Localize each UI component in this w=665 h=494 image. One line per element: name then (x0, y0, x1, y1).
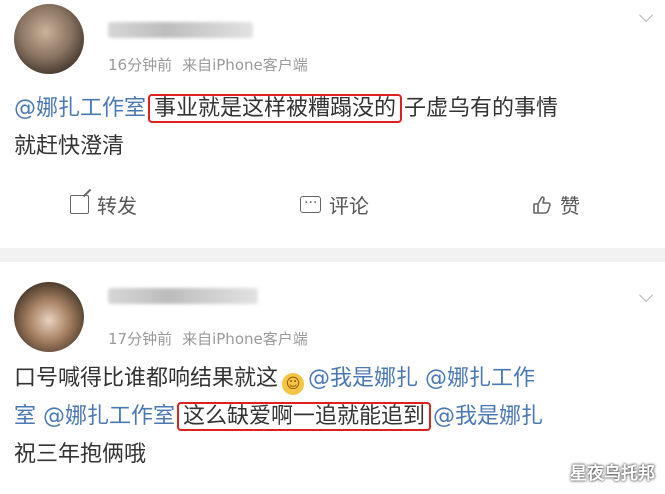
post-meta: 17分钟前 来自iPhone客户端 (108, 328, 308, 349)
post-source: 来自iPhone客户端 (182, 56, 308, 74)
repost-label: 转发 (97, 194, 137, 218)
post-text: 祝三年抱俩哦 (14, 442, 147, 467)
grin-emoji-icon: ☺ (282, 373, 305, 395)
post-source: 来自iPhone客户端 (182, 330, 308, 348)
action-bar: 转发 评论 赞 (0, 190, 665, 234)
post-content: @娜扎工作室 事业就是这样被糟蹋没的 子虚乌有的事情 就赶快澄清 (14, 90, 654, 166)
post-meta: 16分钟前 来自iPhone客户端 (108, 54, 308, 75)
comment-icon (300, 191, 321, 213)
mention-link[interactable]: @我是娜扎 (308, 366, 418, 391)
mention-link[interactable]: @娜扎工作室 (14, 96, 146, 121)
post-content: 口号喊得比谁都响结果就这 ☺ @我是娜扎 @娜扎工作 室 @娜扎工作室 这么缺爱啊一追… (14, 360, 654, 474)
highlighted-text: 这么缺爱啊一追就能追到 (177, 402, 432, 431)
chevron-down-icon[interactable] (638, 287, 654, 303)
like-button[interactable]: 赞 (532, 190, 580, 219)
watermark: 星夜乌托邦 (570, 464, 655, 484)
weibo-post-card: 16分钟前 来自iPhone客户端 @娜扎工作室 事业就是这样被糟蹋没的 子虚乌有的事… (0, 0, 665, 248)
comment-button[interactable]: 评论 (300, 190, 369, 219)
chevron-down-icon[interactable] (638, 7, 654, 23)
like-label: 赞 (560, 194, 580, 218)
user-avatar[interactable] (14, 282, 84, 352)
post-text: 就赶快澄清 (14, 134, 125, 159)
comment-label: 评论 (329, 194, 369, 218)
post-time: 17分钟前 (108, 330, 173, 348)
thumbs-up-icon (533, 195, 551, 214)
highlighted-text: 事业就是这样被糟蹋没的 (148, 94, 403, 123)
username-blurred[interactable] (108, 288, 258, 304)
post-text: 子虚乌有的事情 (404, 96, 559, 121)
mention-link[interactable]: @娜扎工作 (425, 366, 535, 391)
repost-button[interactable]: 转发 (70, 190, 137, 219)
mention-link[interactable]: 室 (14, 404, 36, 429)
user-avatar[interactable] (14, 4, 84, 74)
mention-link[interactable]: @我是娜扎 (433, 404, 543, 429)
username-blurred[interactable] (108, 22, 253, 38)
post-text: 口号喊得比谁都响结果就这 (14, 366, 279, 391)
mention-link[interactable]: @娜扎工作室 (43, 404, 175, 429)
repost-icon (70, 195, 89, 214)
post-time: 16分钟前 (108, 56, 173, 74)
